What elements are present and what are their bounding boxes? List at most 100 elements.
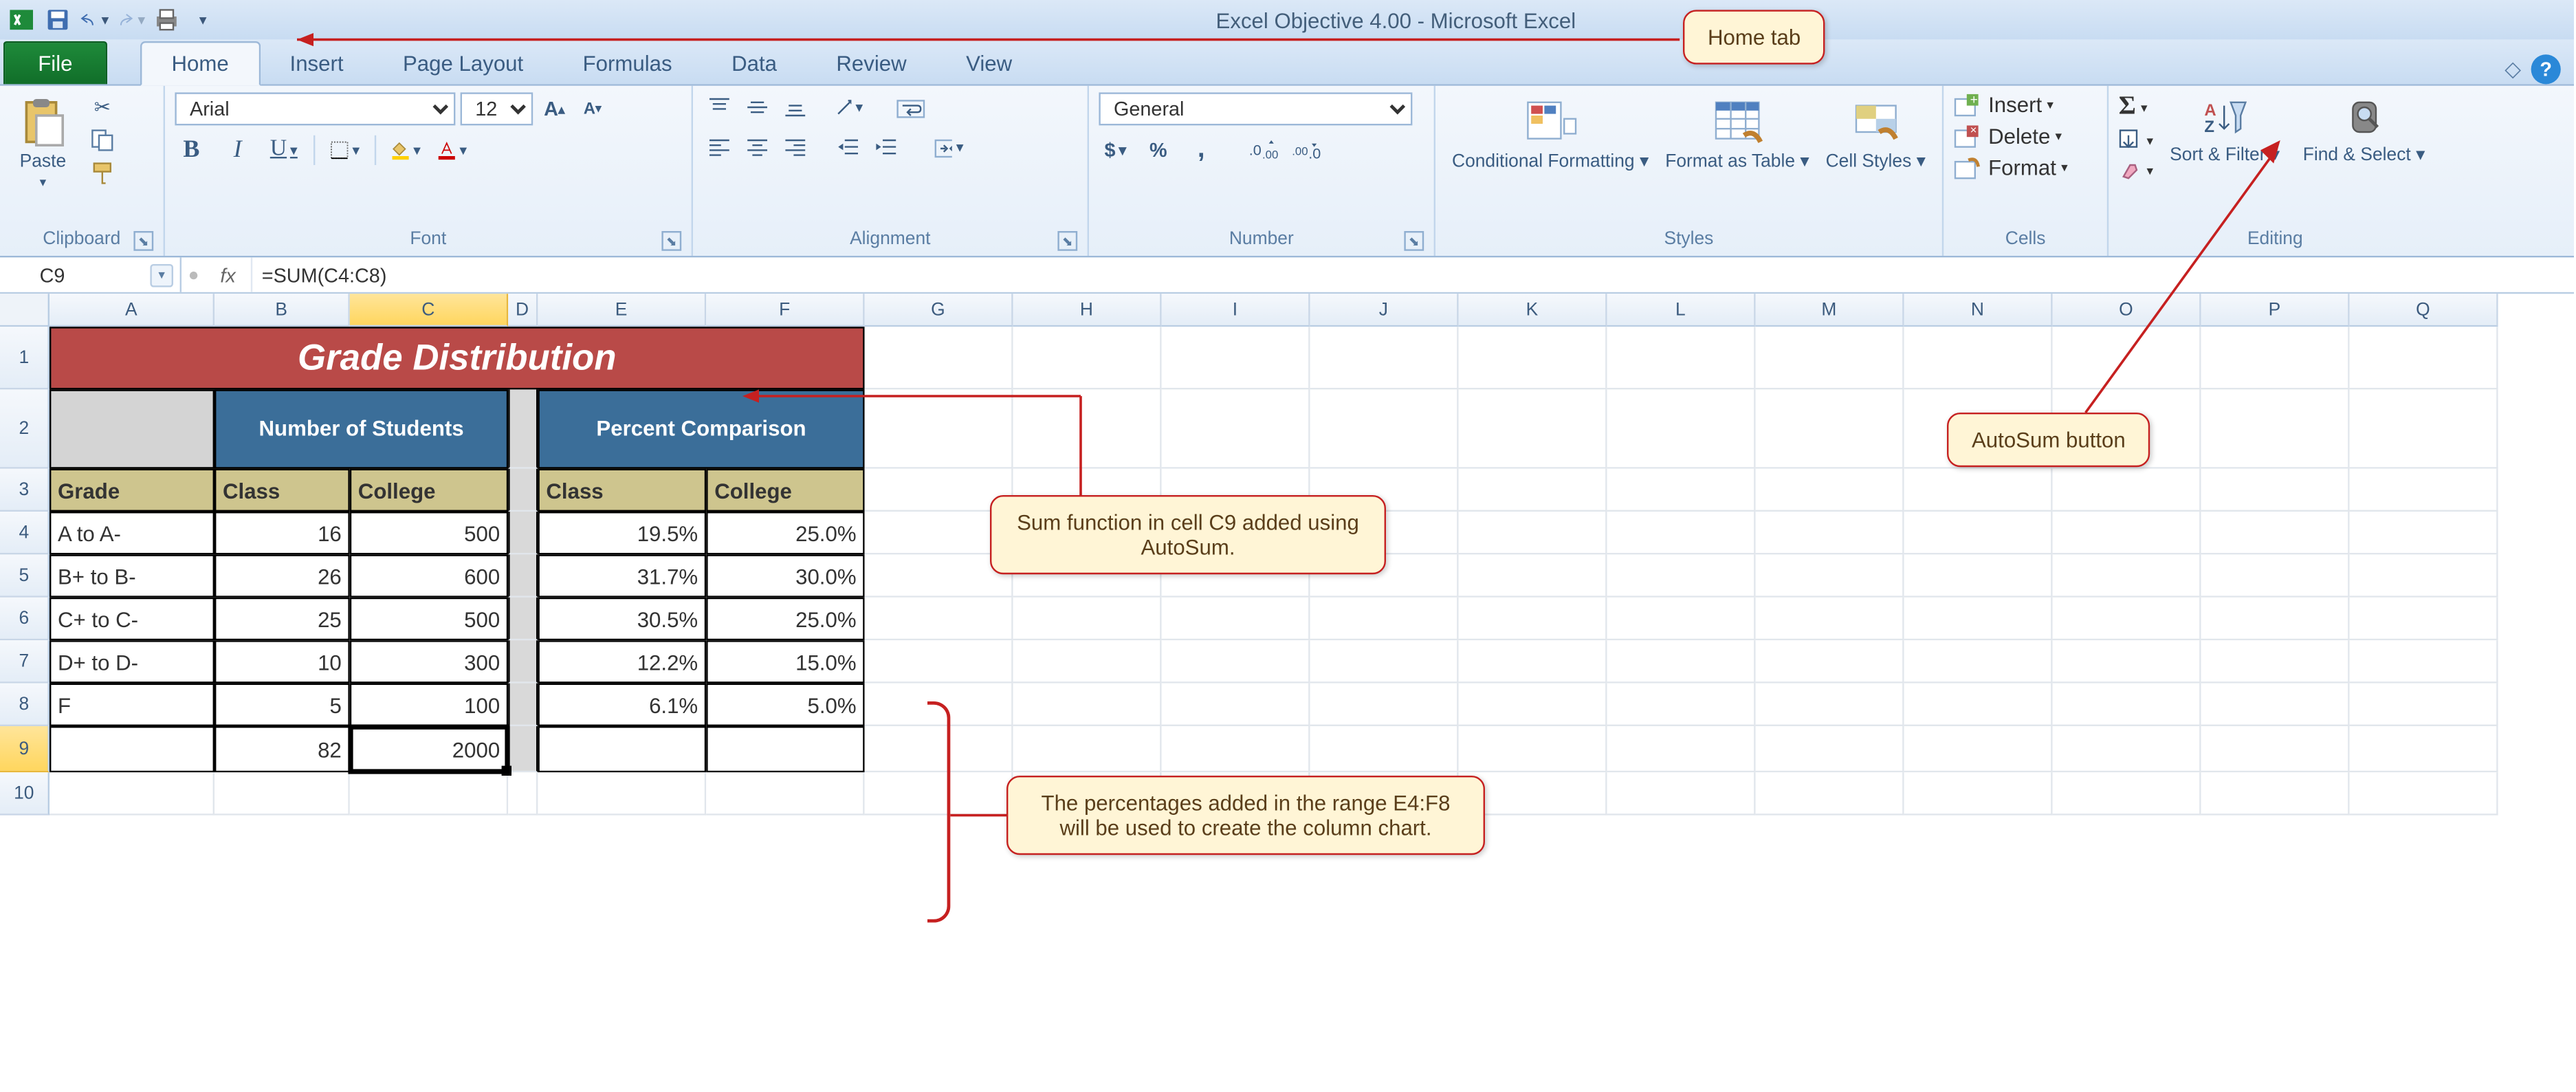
cell[interactable] <box>1013 640 1162 683</box>
cell[interactable] <box>1756 512 1904 554</box>
format-cells-button[interactable]: Format ▾ <box>1954 155 2068 180</box>
cell[interactable]: B+ to B- <box>49 554 214 597</box>
cell[interactable]: Grade <box>49 469 214 512</box>
cell[interactable] <box>1310 389 1459 468</box>
cell[interactable] <box>1607 772 1756 815</box>
cell[interactable] <box>865 327 1013 389</box>
name-box[interactable]: C9 ▾ <box>0 257 181 292</box>
underline-button[interactable]: U <box>267 135 300 165</box>
cell[interactable] <box>865 640 1013 683</box>
cell[interactable]: 600 <box>350 554 508 597</box>
cell[interactable] <box>2350 512 2498 554</box>
cell[interactable]: A to A- <box>49 512 214 554</box>
cell[interactable] <box>1904 554 2053 597</box>
format-painter-icon[interactable] <box>86 158 119 188</box>
cell[interactable] <box>1904 640 2053 683</box>
row-header-1[interactable]: 1 <box>0 327 49 389</box>
cell[interactable] <box>49 389 214 468</box>
cell[interactable] <box>2350 684 2498 726</box>
align-middle-icon[interactable] <box>741 92 774 122</box>
alignment-launcher[interactable]: ⬊ <box>1057 231 1077 251</box>
cell[interactable] <box>1756 469 1904 512</box>
cell[interactable] <box>1607 726 1756 772</box>
cell[interactable]: 500 <box>350 512 508 554</box>
minimize-ribbon-icon[interactable]: ◇ <box>2505 56 2521 83</box>
column-header-M[interactable]: M <box>1756 294 1904 327</box>
row-header-8[interactable]: 8 <box>0 684 49 726</box>
wrap-text-icon[interactable] <box>894 92 927 122</box>
cell[interactable]: 500 <box>350 598 508 640</box>
cell[interactable] <box>1310 598 1459 640</box>
cell[interactable] <box>1607 598 1756 640</box>
decrease-decimal-icon[interactable]: .00.0 <box>1290 135 1323 165</box>
bold-button[interactable]: B <box>175 135 208 165</box>
cell[interactable]: Class <box>214 469 350 512</box>
cell[interactable] <box>2201 512 2350 554</box>
cell[interactable] <box>508 640 538 683</box>
cell[interactable] <box>2350 598 2498 640</box>
number-format-select[interactable]: General <box>1099 92 1412 125</box>
cell[interactable] <box>1459 640 1607 683</box>
cell[interactable] <box>2053 772 2201 815</box>
cell[interactable] <box>538 772 706 815</box>
delete-cells-button[interactable]: ×Delete ▾ <box>1954 124 2068 149</box>
column-header-I[interactable]: I <box>1162 294 1310 327</box>
cell[interactable]: 2000 <box>350 726 508 772</box>
cell[interactable] <box>1459 469 1607 512</box>
cell[interactable] <box>508 772 538 815</box>
percent-icon[interactable]: % <box>1142 135 1175 165</box>
font-color-icon[interactable] <box>436 135 469 165</box>
cell[interactable] <box>1904 598 2053 640</box>
cell[interactable]: 15.0% <box>706 640 864 683</box>
cell[interactable] <box>1607 469 1756 512</box>
cell[interactable]: Grade Distribution <box>49 327 865 389</box>
cell[interactable] <box>2350 389 2498 468</box>
tab-home[interactable]: Home <box>140 41 260 86</box>
cell[interactable]: D+ to D- <box>49 640 214 683</box>
cell[interactable] <box>1756 772 1904 815</box>
cell-styles-button[interactable]: Cell Styles ▾ <box>1819 92 1933 175</box>
cell[interactable] <box>1607 512 1756 554</box>
cell[interactable] <box>2201 726 2350 772</box>
cell[interactable] <box>1459 327 1607 389</box>
column-header-Q[interactable]: Q <box>2350 294 2498 327</box>
save-icon[interactable] <box>43 5 72 34</box>
cell[interactable] <box>1756 598 1904 640</box>
align-left-icon[interactable] <box>703 132 736 162</box>
cell[interactable] <box>1162 389 1310 468</box>
column-header-K[interactable]: K <box>1459 294 1607 327</box>
grow-font-icon[interactable]: A▴ <box>538 94 571 124</box>
conditional-formatting-button[interactable]: Conditional Formatting ▾ <box>1445 92 1655 175</box>
cell[interactable] <box>508 389 538 468</box>
fill-color-icon[interactable] <box>389 135 422 165</box>
row-header-10[interactable]: 10 <box>0 772 49 815</box>
cell[interactable] <box>1756 327 1904 389</box>
cell[interactable] <box>1459 598 1607 640</box>
cell[interactable] <box>350 772 508 815</box>
cut-icon[interactable]: ✂ <box>86 92 119 122</box>
align-bottom-icon[interactable] <box>779 92 812 122</box>
cell[interactable] <box>508 598 538 640</box>
cell[interactable] <box>2053 554 2201 597</box>
autosum-button[interactable]: Σ ▾ <box>2119 92 2153 122</box>
cell[interactable] <box>1607 554 1756 597</box>
shrink-font-icon[interactable]: A▾ <box>576 94 609 124</box>
cell[interactable] <box>508 469 538 512</box>
cell[interactable] <box>1756 684 1904 726</box>
cell[interactable] <box>1904 726 2053 772</box>
cell[interactable]: F <box>49 684 214 726</box>
qat-customize-icon[interactable]: ▾ <box>188 5 218 34</box>
cell[interactable] <box>2350 726 2498 772</box>
cell[interactable] <box>1607 640 1756 683</box>
cell[interactable]: C+ to C- <box>49 598 214 640</box>
cell[interactable] <box>1310 327 1459 389</box>
cell[interactable] <box>1904 684 2053 726</box>
cell[interactable] <box>1904 327 2053 389</box>
column-header-D[interactable]: D <box>508 294 538 327</box>
column-header-L[interactable]: L <box>1607 294 1756 327</box>
cell[interactable] <box>2201 640 2350 683</box>
cell[interactable] <box>508 554 538 597</box>
column-header-A[interactable]: A <box>49 294 214 327</box>
cell[interactable] <box>1607 389 1756 468</box>
redo-icon[interactable] <box>115 5 145 34</box>
